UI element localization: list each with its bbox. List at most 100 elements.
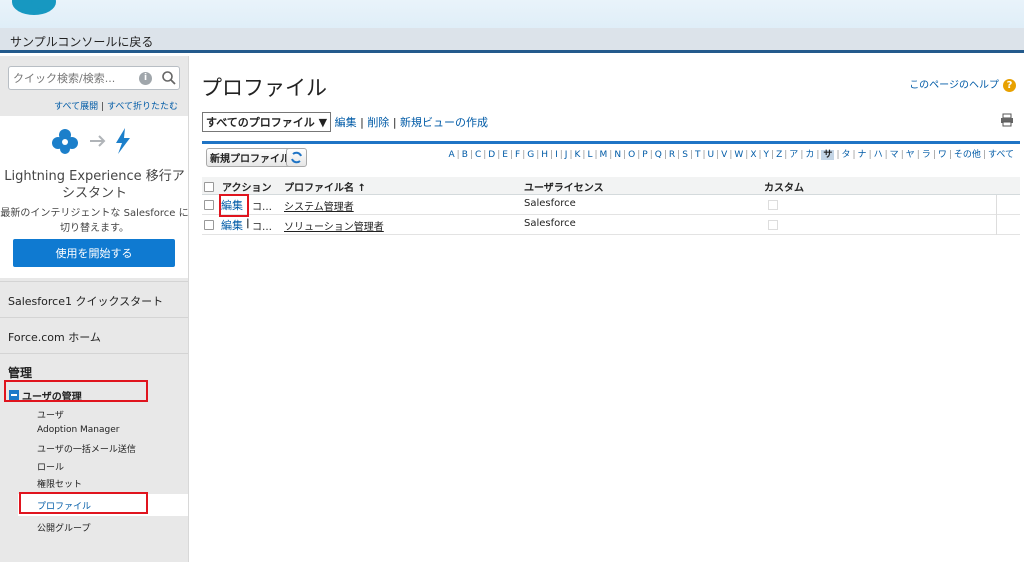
edit-link[interactable]: 編集: [221, 217, 243, 233]
alphabet-filter-37[interactable]: すべて: [988, 150, 1014, 160]
alphabet-filter-20[interactable]: U: [708, 150, 715, 160]
collapse-all-link[interactable]: すべて折りたたむ: [107, 102, 178, 112]
alphabet-filter-23[interactable]: X: [750, 150, 756, 160]
alphabet-filter-36[interactable]: その他: [954, 150, 981, 160]
sidebar-item-salesforce1-quickstart[interactable]: Salesforce1 クイックスタート: [0, 281, 188, 317]
alphabet-separator: |: [816, 150, 820, 160]
get-started-button[interactable]: 使用を開始する: [13, 239, 175, 267]
search-icon[interactable]: [161, 70, 177, 86]
alphabet-filter-11[interactable]: L: [587, 150, 592, 160]
alphabet-filter-14[interactable]: O: [628, 150, 635, 160]
alphabet-filter-27[interactable]: カ: [805, 150, 814, 160]
alphabet-filter-21[interactable]: V: [721, 150, 727, 160]
alphabet-filter-30[interactable]: ナ: [858, 150, 867, 160]
alphabet-filter-7[interactable]: H: [541, 150, 548, 160]
alphabet-separator: |: [559, 150, 563, 160]
alphabet-separator: |: [483, 150, 487, 160]
alphabet-filter-33[interactable]: ヤ: [906, 150, 915, 160]
alphabet-filter-6[interactable]: G: [527, 150, 534, 160]
alphabet-filter-35[interactable]: ワ: [938, 150, 947, 160]
highlight-profiles: [19, 492, 148, 514]
refresh-button[interactable]: [286, 148, 307, 167]
alphabet-separator: |: [771, 150, 775, 160]
user-license: Salesforce: [524, 198, 576, 209]
edit-view-link[interactable]: 編集: [335, 116, 357, 129]
alphabet-filter-9[interactable]: J: [565, 150, 568, 160]
alphabet-filter-17[interactable]: R: [669, 150, 675, 160]
alphabet-filter-32[interactable]: マ: [890, 150, 899, 160]
alphabet-separator: |: [536, 150, 540, 160]
alphabet-separator: |: [649, 150, 653, 160]
alphabet-filter-28[interactable]: サ: [821, 150, 835, 160]
alphabet-filter-29[interactable]: タ: [841, 150, 850, 160]
highlight-user-management: [4, 380, 148, 402]
copy-link[interactable]: コ…: [252, 198, 272, 213]
alphabet-separator: |: [729, 150, 733, 160]
alphabet-filter-34[interactable]: ラ: [922, 150, 931, 160]
action-separator: |: [246, 218, 250, 229]
new-view-link[interactable]: 新規ビューの作成: [400, 116, 488, 129]
sidebar-subitem-permission-sets[interactable]: 権限セット: [37, 477, 82, 490]
alphabet-filter-16[interactable]: Q: [655, 150, 662, 160]
view-select[interactable]: すべてのプロファイル ▼: [202, 112, 332, 132]
print-icon[interactable]: [1000, 113, 1014, 127]
info-icon[interactable]: i: [139, 72, 152, 85]
select-all-checkbox[interactable]: [204, 182, 214, 192]
expand-all-link[interactable]: すべて展開: [54, 102, 98, 112]
alphabet-filter-18[interactable]: S: [682, 150, 688, 160]
alphabet-filter-12[interactable]: M: [600, 150, 608, 160]
alphabet-separator: |: [569, 150, 573, 160]
alphabet-filter-13[interactable]: N: [614, 150, 621, 160]
alphabet-filter-19[interactable]: T: [695, 150, 701, 160]
custom-checkbox: [768, 200, 778, 210]
alphabet-filter-1[interactable]: B: [462, 150, 468, 160]
alphabet-separator: |: [550, 150, 554, 160]
profile-name-link[interactable]: ソリューション管理者: [284, 218, 384, 233]
alphabet-separator: |: [758, 150, 762, 160]
alphabet-filter-25[interactable]: Z: [776, 150, 782, 160]
expand-separator: |: [101, 102, 105, 112]
alphabet-separator: |: [784, 150, 788, 160]
sidebar-subitem-public-groups[interactable]: 公開グループ: [37, 521, 90, 534]
alphabet-filter-3[interactable]: D: [488, 150, 495, 160]
row-checkbox[interactable]: [204, 220, 214, 230]
page-title: プロファイル: [201, 76, 327, 100]
alphabet-separator: |: [637, 150, 641, 160]
sidebar-subitem-adoption-manager[interactable]: Adoption Manager: [37, 425, 119, 435]
top-banner: [0, 0, 1024, 28]
sidebar-subitem-mass-email[interactable]: ユーザの一括メール送信: [37, 442, 136, 455]
alphabet-filter-31[interactable]: ハ: [874, 150, 883, 160]
sidebar-subitem-users[interactable]: ユーザ: [37, 408, 64, 421]
back-to-console-bar[interactable]: サンプルコンソールに戻る: [0, 28, 1024, 53]
alphabet-filter-4[interactable]: E: [502, 150, 508, 160]
profile-name-link[interactable]: システム管理者: [284, 198, 354, 213]
alphabet-filter-5[interactable]: F: [515, 150, 520, 160]
copy-link[interactable]: コ…: [252, 218, 272, 233]
alphabet-separator: |: [884, 150, 888, 160]
delete-view-link[interactable]: 削除: [367, 116, 389, 129]
alphabet-filter-22[interactable]: W: [734, 150, 743, 160]
column-header-user-license[interactable]: ユーザライセンス: [524, 179, 604, 194]
row-checkbox[interactable]: [204, 200, 214, 210]
alphabet-filter-24[interactable]: Y: [764, 150, 770, 160]
column-header-action: アクション: [222, 183, 272, 194]
alphabet-separator: |: [663, 150, 667, 160]
alphabet-filter-0[interactable]: A: [448, 150, 454, 160]
alphabet-filter-15[interactable]: P: [642, 150, 647, 160]
column-header-custom[interactable]: カスタム: [764, 179, 804, 194]
alphabet-filter-10[interactable]: K: [575, 150, 581, 160]
help-link[interactable]: このページのヘルプ?: [909, 76, 1016, 92]
alphabet-filter-8[interactable]: I: [555, 150, 558, 160]
view-selector-row: すべてのプロファイル ▼ 編集 | 削除 | 新規ビューの作成: [202, 112, 488, 132]
new-profile-button[interactable]: 新規プロファイル: [206, 148, 294, 167]
alphabet-separator: |: [689, 150, 693, 160]
list-view-top-border: [202, 141, 1020, 144]
alphabet-filter-2[interactable]: C: [475, 150, 481, 160]
sidebar-item-force-home[interactable]: Force.com ホーム: [0, 317, 188, 353]
column-header-profile-name[interactable]: プロファイル名 ↑: [284, 179, 366, 194]
back-to-console-link[interactable]: サンプルコンソールに戻る: [10, 33, 153, 50]
sidebar-subitem-roles[interactable]: ロール: [37, 460, 64, 473]
alphabet-filter-26[interactable]: ア: [789, 150, 798, 160]
alphabet-separator: |: [582, 150, 586, 160]
quick-search-input[interactable]: [13, 70, 131, 86]
